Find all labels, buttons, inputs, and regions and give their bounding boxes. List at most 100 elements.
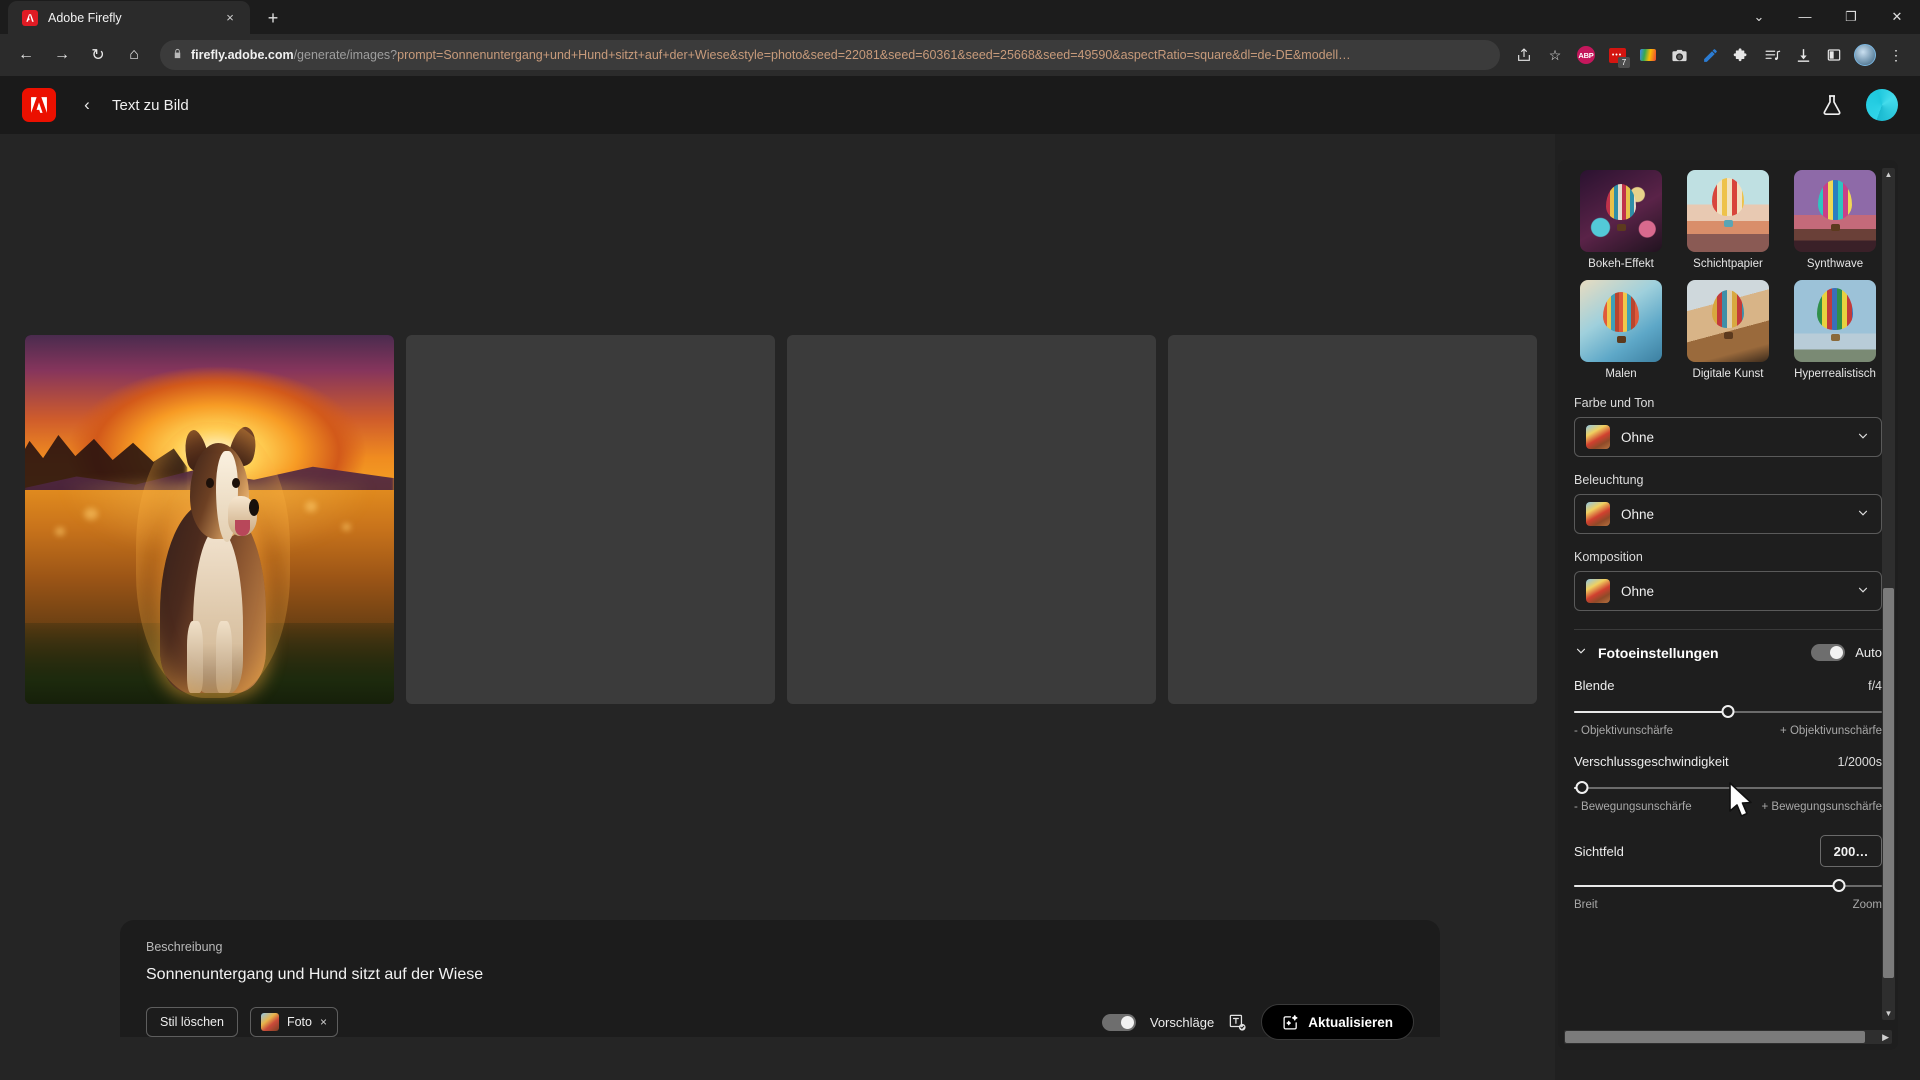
scroll-right-arrow-icon[interactable]: ▶ bbox=[1882, 1032, 1892, 1043]
window-controls: ⌄ — ❐ ✕ bbox=[1736, 0, 1920, 33]
chevron-down-icon[interactable] bbox=[1574, 644, 1588, 661]
lock-icon bbox=[172, 48, 183, 62]
adblock-plus-icon[interactable]: ABP bbox=[1572, 41, 1600, 69]
camera-icon[interactable] bbox=[1665, 41, 1693, 69]
google-extension-icon[interactable] bbox=[1634, 41, 1662, 69]
beaker-icon[interactable] bbox=[1820, 93, 1844, 117]
slider-handle[interactable] bbox=[1832, 879, 1846, 892]
result-card-4[interactable] bbox=[1168, 335, 1537, 704]
browser-menu-icon[interactable]: ⋮ bbox=[1882, 41, 1910, 69]
avatar-image bbox=[1854, 44, 1876, 66]
scroll-up-arrow-icon[interactable]: ▲ bbox=[1882, 168, 1895, 181]
new-tab-button[interactable]: + bbox=[258, 4, 288, 32]
home-icon[interactable]: ⌂ bbox=[118, 39, 150, 71]
browser-tab-adobe-firefly[interactable]: Adobe Firefly × bbox=[8, 1, 250, 34]
sidebar-toggle-icon[interactable] bbox=[1820, 41, 1848, 69]
reload-icon[interactable]: ↻ bbox=[82, 39, 114, 71]
dog-leg-left bbox=[186, 621, 203, 693]
pen-icon[interactable] bbox=[1696, 41, 1724, 69]
result-card-1[interactable] bbox=[25, 335, 394, 704]
dropdown-farbe-und-ton[interactable]: Ohne bbox=[1574, 417, 1882, 457]
bookmark-star-icon[interactable]: ☆ bbox=[1541, 41, 1569, 69]
back-chevron-icon[interactable]: ‹ bbox=[70, 88, 104, 122]
browser-profile-avatar[interactable] bbox=[1851, 41, 1879, 69]
ublock-extension-icon[interactable]: ••• 7 bbox=[1603, 41, 1631, 69]
style-preset-synthwave[interactable]: Synthwave bbox=[1788, 170, 1882, 270]
back-icon[interactable]: ← bbox=[10, 39, 42, 71]
style-thumbnail bbox=[1794, 170, 1876, 252]
browser-tab-bar: Adobe Firefly × + ⌄ — ❐ ✕ bbox=[0, 0, 1920, 34]
tab-list-chevron-down-icon[interactable]: ⌄ bbox=[1736, 0, 1782, 33]
sichtfeld-slider[interactable] bbox=[1574, 876, 1882, 896]
toggle-knob bbox=[1830, 646, 1844, 659]
photo-settings-header[interactable]: Fotoeinstellungen Auto bbox=[1574, 644, 1882, 661]
share-icon[interactable] bbox=[1510, 41, 1538, 69]
sparkle-icon bbox=[1283, 1014, 1298, 1030]
dog-eye-left bbox=[205, 477, 214, 489]
results-canvas: Beschreibung Sonnenuntergang und Hund si… bbox=[0, 134, 1555, 1080]
clear-style-button[interactable]: Stil löschen bbox=[146, 1007, 238, 1037]
slider-handle[interactable] bbox=[1721, 705, 1735, 718]
prompt-input[interactable]: Sonnenuntergang und Hund sitzt auf der W… bbox=[146, 966, 1414, 984]
style-chip-foto[interactable]: Foto × bbox=[249, 1007, 338, 1037]
text-suggestion-icon[interactable] bbox=[1228, 1013, 1247, 1032]
style-thumbnail bbox=[1580, 280, 1662, 362]
playlist-icon[interactable] bbox=[1758, 41, 1786, 69]
suggestions-toggle[interactable] bbox=[1101, 1013, 1136, 1031]
adobe-logo-icon[interactable] bbox=[22, 88, 56, 122]
dropdown-komposition[interactable]: Ohne bbox=[1574, 571, 1882, 611]
style-preset-label: Schichtpapier bbox=[1693, 258, 1763, 270]
abp-badge: ABP bbox=[1577, 46, 1595, 64]
style-preset-bokeh[interactable]: Bokeh-Effekt bbox=[1574, 170, 1668, 270]
prompt-panel: Beschreibung Sonnenuntergang und Hund si… bbox=[120, 920, 1440, 1040]
blende-range-labels: - Objektivunschärfe + Objektivunschärfe bbox=[1574, 725, 1882, 737]
user-avatar[interactable] bbox=[1866, 89, 1898, 121]
control-header: Blende f/4 bbox=[1574, 678, 1882, 693]
verschluss-slider[interactable] bbox=[1574, 778, 1882, 798]
sichtfeld-input[interactable]: 200… bbox=[1820, 835, 1882, 867]
dog-nose bbox=[248, 498, 259, 517]
style-preset-malen[interactable]: Malen bbox=[1574, 280, 1668, 380]
auto-label: Auto bbox=[1855, 645, 1882, 660]
panel-horizontal-scrollbar[interactable]: ▶ bbox=[1564, 1030, 1892, 1044]
suggestions-label: Vorschläge bbox=[1149, 1014, 1215, 1030]
result-card-2[interactable] bbox=[406, 335, 775, 704]
style-preset-label: Hyperrealistisch bbox=[1794, 368, 1876, 380]
style-preset-digitale-kunst[interactable]: Digitale Kunst bbox=[1681, 280, 1775, 380]
style-preset-hyperrealistisch[interactable]: Hyperrealistisch bbox=[1788, 280, 1882, 380]
address-bar[interactable]: firefly.adobe.com/generate/images?prompt… bbox=[160, 40, 1500, 70]
slider-track bbox=[1574, 787, 1882, 789]
scroll-down-arrow-icon[interactable]: ▼ bbox=[1882, 1007, 1895, 1020]
style-chip-remove-icon[interactable]: × bbox=[320, 1015, 327, 1029]
close-window-icon[interactable]: ✕ bbox=[1874, 0, 1920, 33]
chevron-down-icon bbox=[1856, 583, 1870, 600]
label-komposition: Komposition bbox=[1574, 550, 1643, 564]
auto-toggle[interactable] bbox=[1811, 644, 1846, 661]
download-icon[interactable] bbox=[1789, 41, 1817, 69]
style-preset-schichtpapier[interactable]: Schichtpapier bbox=[1681, 170, 1775, 270]
chevron-down-icon bbox=[1856, 429, 1870, 446]
puzzle-extensions-icon[interactable] bbox=[1727, 41, 1755, 69]
minimize-icon[interactable]: — bbox=[1782, 0, 1828, 33]
gradient-glyph bbox=[1640, 49, 1656, 61]
refresh-button[interactable]: Aktualisieren bbox=[1261, 1004, 1414, 1040]
dropdown-beleuchtung[interactable]: Ohne bbox=[1574, 494, 1882, 534]
result-card-3[interactable] bbox=[787, 335, 1156, 704]
vertical-scroll-thumb[interactable] bbox=[1883, 588, 1894, 978]
sichtfeld-range-labels: Breit Zoom bbox=[1574, 899, 1882, 911]
blende-max-label: + Objektivunschärfe bbox=[1780, 725, 1882, 737]
verschluss-min-label: - Bewegungsunschärfe bbox=[1574, 801, 1692, 813]
blende-slider[interactable] bbox=[1574, 702, 1882, 722]
slider-handle[interactable] bbox=[1575, 781, 1589, 794]
tab-close-icon[interactable]: × bbox=[220, 8, 240, 28]
maximize-icon[interactable]: ❐ bbox=[1828, 0, 1874, 33]
panel-vertical-scrollbar[interactable]: ▲ ▼ bbox=[1882, 168, 1895, 1020]
forward-icon[interactable]: → bbox=[46, 39, 78, 71]
firefly-app-header: ‹ Text zu Bild bbox=[0, 76, 1920, 134]
style-preset-label: Synthwave bbox=[1806, 258, 1864, 270]
browser-window: Adobe Firefly × + ⌄ — ❐ ✕ ← → ↻ ⌂ firefl… bbox=[0, 0, 1920, 1080]
style-chip-thumbnail bbox=[260, 1013, 279, 1031]
label-beleuchtung: Beleuchtung bbox=[1574, 473, 1644, 487]
control-sichtfeld: Breit Zoom bbox=[1574, 876, 1882, 911]
horizontal-scroll-thumb[interactable] bbox=[1565, 1031, 1865, 1043]
